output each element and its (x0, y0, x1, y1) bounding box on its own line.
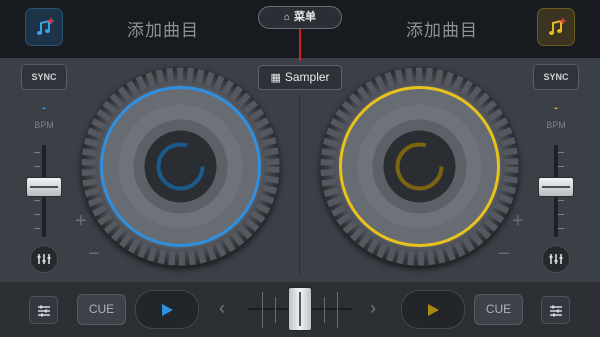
cue-left-button[interactable]: CUE (77, 294, 126, 325)
sliders-icon (549, 305, 562, 317)
play-icon (428, 304, 439, 316)
bpm-right-label: BPM (546, 120, 566, 130)
pitch-tick (558, 152, 564, 153)
sync-right-button[interactable]: SYNC (533, 64, 579, 90)
crossfader-right-arrow[interactable]: › (370, 298, 376, 319)
left-track-label[interactable]: 添加曲目 (127, 16, 199, 41)
eq-right-button[interactable] (542, 245, 570, 273)
sync-left-button[interactable]: SYNC (21, 64, 67, 90)
left-jog-wheel[interactable] (81, 67, 280, 266)
cue-right-button[interactable]: CUE (474, 294, 523, 325)
pitch-tick (34, 166, 40, 167)
pitch-tick (558, 166, 564, 167)
equalizer-icon (549, 254, 563, 264)
bpm-left-value: - (42, 102, 46, 114)
menu-label: 菜单 (294, 11, 317, 23)
pitch-tick (558, 228, 564, 229)
equalizer-icon (37, 254, 51, 264)
crossfader-tick (324, 297, 325, 323)
right-jog-wheel[interactable] (320, 67, 519, 266)
crossfader-tick (262, 292, 263, 328)
play-icon (162, 304, 173, 316)
pitch-tick (34, 214, 40, 215)
crossfader-tick (337, 292, 338, 328)
crossfader-knob[interactable] (288, 287, 312, 331)
bpm-right-value: - (554, 102, 558, 114)
pitch-tick (34, 228, 40, 229)
pitch-right-minus[interactable]: − (498, 243, 510, 266)
left-platter-graphic (81, 67, 280, 266)
crossfader-left-arrow[interactable]: ‹ (219, 298, 225, 319)
pitch-right-plus[interactable]: + (512, 210, 524, 233)
center-marker (299, 29, 301, 61)
right-platter-graphic (320, 67, 519, 266)
home-icon: ⌂ (283, 12, 291, 23)
pitch-tick (34, 152, 40, 153)
add-track-right-button[interactable] (537, 8, 575, 46)
pitch-right-slider[interactable] (538, 177, 574, 197)
menu-button[interactable]: ⌂ 菜单 (258, 6, 342, 29)
pitch-left-slider[interactable] (26, 177, 62, 197)
eq-left-button[interactable] (30, 245, 58, 273)
music-note-plus-icon (549, 18, 566, 35)
music-note-plus-icon (37, 18, 54, 35)
pitch-tick (558, 214, 564, 215)
bpm-left-label: BPM (34, 120, 54, 130)
right-track-label[interactable]: 添加曲目 (406, 16, 478, 41)
play-left-button[interactable] (135, 290, 199, 329)
sliders-icon (37, 305, 50, 317)
pitch-tick (34, 200, 40, 201)
pitch-tick (558, 200, 564, 201)
mixer-left-button[interactable] (29, 296, 58, 324)
deck-divider (299, 95, 300, 275)
crossfader-tick (275, 297, 276, 323)
play-right-button[interactable] (401, 290, 465, 329)
add-track-left-button[interactable] (25, 8, 63, 46)
mixer-right-button[interactable] (541, 296, 570, 324)
